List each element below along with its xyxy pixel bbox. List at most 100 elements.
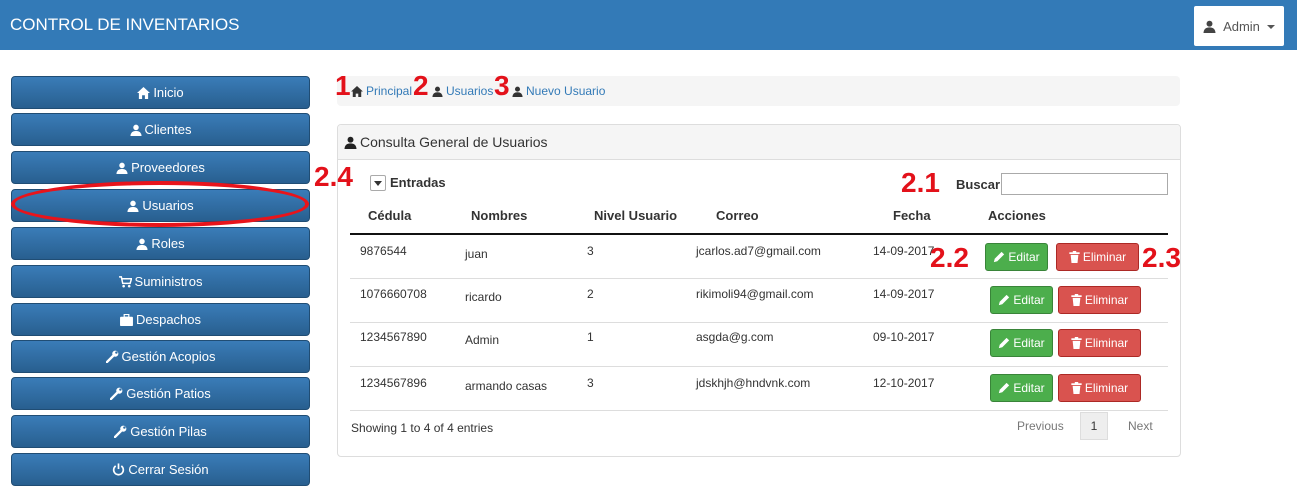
edit-button-label: Editar (1013, 293, 1045, 307)
column-header-nombres[interactable]: Nombres (471, 208, 527, 223)
sidebar-item-proveedores[interactable]: Proveedores (11, 151, 310, 184)
breadcrumb-nuevo-usuario[interactable]: Nuevo Usuario (512, 84, 605, 98)
sidebar-item-label: Gestión Pilas (130, 424, 207, 439)
annotation-2-3: 2.3 (1142, 242, 1181, 273)
sidebar-item-gestion-pilas[interactable]: Gestión Pilas (11, 415, 310, 448)
delete-button[interactable]: Eliminar (1058, 329, 1141, 357)
breadcrumb-label: Principal (366, 84, 413, 98)
sidebar-item-label: Usuarios (142, 198, 194, 213)
sidebar-item-label: Cerrar Sesión (128, 462, 209, 477)
breadcrumb-usuarios[interactable]: Usuarios (432, 84, 493, 98)
cell-fecha: 12-10-2017 (873, 376, 935, 390)
delete-button[interactable]: Eliminar (1058, 374, 1141, 402)
cell-nombres: ricardo (465, 290, 502, 304)
annotation-2-4: 2.4 (314, 161, 353, 192)
pencil-icon (998, 337, 1010, 349)
column-header-fecha[interactable]: Fecha (893, 208, 931, 223)
users-panel: Consulta General de Usuarios 2.4 Entrada… (314, 124, 1181, 457)
delete-button[interactable]: Eliminar (1056, 243, 1139, 271)
cell-nivel: 3 (587, 376, 594, 390)
user-icon (512, 86, 523, 97)
sidebar-item-label: Inicio (153, 85, 184, 100)
annotation-2-1: 2.1 (901, 167, 940, 198)
pencil-icon (998, 382, 1010, 394)
delete-button-label: Eliminar (1084, 336, 1129, 350)
cell-nombres: armando casas (465, 379, 548, 393)
row-divider (350, 410, 1168, 411)
cell-correo: jcarlos.ad7@gmail.com (696, 244, 821, 258)
wrench-icon (110, 387, 123, 400)
trash-icon (1071, 337, 1082, 349)
edit-button-label: Editar (1013, 336, 1045, 350)
pagination-previous[interactable]: Previous (1017, 419, 1064, 433)
column-header-acciones: Acciones (988, 208, 1046, 223)
entries-select[interactable] (370, 175, 386, 191)
cell-correo: asgda@g.com (696, 330, 774, 344)
sidebar-item-cerrar-sesion[interactable]: Cerrar Sesión (11, 453, 310, 486)
user-icon (136, 238, 148, 250)
home-icon (137, 86, 151, 99)
sidebar-item-roles[interactable]: Roles (11, 227, 310, 260)
edit-button[interactable]: Editar (990, 329, 1053, 357)
search-input[interactable] (1001, 173, 1168, 195)
user-icon (432, 86, 443, 97)
breadcrumb: 1 Principal 2 Usuarios 3 Nuevo Usuario (335, 72, 1180, 106)
pencil-icon (998, 294, 1010, 306)
annotation-3: 3 (494, 70, 510, 101)
column-header-nivel-usuario[interactable]: Nivel Usuario (594, 208, 677, 223)
sidebar-item-gestion-acopios[interactable]: Gestión Acopios (11, 340, 310, 373)
pagination-page-1[interactable]: 1 (1080, 412, 1108, 440)
sidebar-item-suministros[interactable]: Suministros (11, 265, 310, 298)
briefcase-icon (120, 313, 133, 326)
cell-nivel: 1 (587, 330, 594, 344)
cell-fecha: 09-10-2017 (873, 330, 935, 344)
sidebar-item-despachos[interactable]: Despachos (11, 303, 310, 336)
cell-nivel: 2 (587, 287, 594, 301)
trash-icon (1071, 382, 1082, 394)
sidebar-item-inicio[interactable]: Inicio (11, 76, 310, 109)
power-icon (112, 463, 125, 476)
pagination-next[interactable]: Next (1128, 419, 1153, 433)
edit-button[interactable]: Editar (990, 374, 1053, 402)
user-menu-button[interactable]: Admin (1194, 6, 1284, 46)
cell-fecha: 14-09-2017 (873, 287, 935, 301)
sidebar-item-usuarios[interactable]: Usuarios (11, 189, 310, 222)
edit-button[interactable]: Editar (985, 243, 1048, 271)
row-divider (350, 278, 1168, 279)
sidebar-item-gestion-patios[interactable]: Gestión Patios (11, 377, 310, 410)
search-label: Buscar: (956, 177, 1005, 192)
cell-cedula: 9876544 (360, 244, 407, 258)
cell-nivel: 3 (587, 244, 594, 258)
breadcrumb-principal[interactable]: Principal (351, 84, 412, 98)
annotation-1: 1 (335, 70, 351, 101)
annotation-2: 2 (413, 70, 429, 101)
column-header-correo[interactable]: Correo (716, 208, 759, 223)
user-menu-label: Admin (1223, 18, 1260, 34)
sidebar-item-label: Roles (151, 236, 185, 251)
cart-icon (118, 275, 132, 288)
sidebar-item-label: Clientes (144, 122, 192, 137)
home-icon (351, 86, 363, 97)
delete-button-label: Eliminar (1084, 293, 1129, 307)
user-icon (1203, 20, 1216, 33)
cell-cedula: 1234567890 (360, 330, 427, 344)
app-brand[interactable]: CONTROL DE INVENTARIOS (10, 15, 240, 35)
user-icon (344, 136, 357, 149)
delete-button[interactable]: Eliminar (1058, 286, 1141, 314)
panel-title: Consulta General de Usuarios (360, 134, 548, 150)
sidebar-item-label: Suministros (134, 274, 203, 289)
wrench-icon (105, 350, 119, 363)
panel-heading: Consulta General de Usuarios (338, 125, 1180, 160)
trash-icon (1069, 251, 1080, 263)
sidebar-item-clientes[interactable]: Clientes (11, 113, 310, 146)
table-info: Showing 1 to 4 of 4 entries (351, 421, 494, 435)
edit-button-label: Editar (1008, 250, 1040, 264)
user-icon (129, 124, 142, 136)
edit-button[interactable]: Editar (990, 286, 1053, 314)
sidebar-item-label: Gestión Acopios (121, 349, 216, 364)
column-header-cedula[interactable]: Cédula (368, 208, 411, 223)
caret-down-icon (1266, 25, 1275, 29)
entries-label: Entradas (390, 175, 446, 190)
cell-correo: jdskhjh@hndvnk.com (696, 376, 811, 390)
cell-correo: rikimoli94@gmail.com (696, 287, 814, 301)
